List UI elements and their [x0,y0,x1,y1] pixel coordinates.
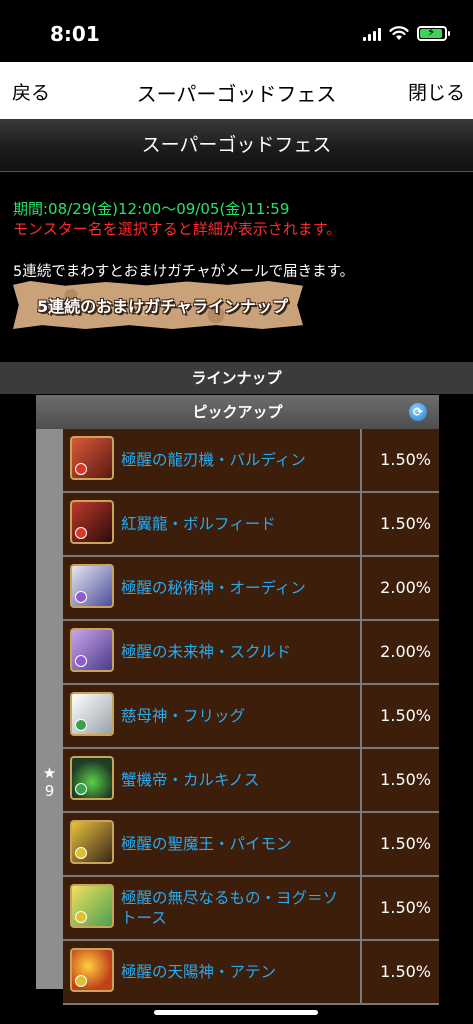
monster-rate: 2.00% [380,578,431,597]
rarity-value: 9 [44,782,55,800]
rarity-label: ★ 9 [36,764,63,800]
bonus-info: 5連続でまわすとおまけガチャがメールで届きます。 [13,264,355,280]
home-indicator[interactable] [154,1010,318,1015]
monster-row[interactable]: 蟹機帝・カルキノス 1.50% [63,749,439,813]
monster-list: 極醒の龍刃機・バルディン 1.50% 紅翼龍・ボルフィード 1.50% 極醒の秘… [63,429,439,1005]
monster-rate: 1.50% [380,770,431,789]
battery-charging-icon: ⚡ [417,25,450,41]
monster-rate: 2.00% [380,642,431,661]
monster-portrait-icon [70,436,114,480]
monster-rate: 1.50% [380,450,431,469]
monster-portrait-icon [70,500,114,544]
monster-rate: 1.50% [380,514,431,533]
star-icon: ★ [42,764,57,782]
close-button[interactable]: 閉じる [408,78,465,105]
nav-title: スーパーゴッドフェス [136,82,337,106]
navigation-bar: 戻る スーパーゴッドフェス 閉じる [0,62,473,119]
status-bar: 8:01 ⚡ [0,0,473,62]
monster-rate: 1.50% [380,962,431,981]
status-icons: ⚡ [363,25,450,41]
refresh-icon[interactable]: ⟳ [409,403,427,421]
monster-portrait-icon [70,948,114,992]
monster-portrait-icon [70,756,114,800]
monster-rate: 1.50% [380,898,431,917]
monster-name[interactable]: 慈母神・フリッグ [121,706,351,726]
monster-portrait-icon [70,628,114,672]
monster-portrait-icon [70,820,114,864]
pickup-header: ピックアップ ⟳ [36,395,439,429]
monster-name[interactable]: 極醒の秘術神・オーディン [121,578,351,598]
rarity-column: ★ 9 [36,429,63,989]
page-header: スーパーゴッドフェス [0,119,473,172]
monster-row[interactable]: 極醒の龍刃機・バルディン 1.50% [63,429,439,493]
monster-row[interactable]: 慈母神・フリッグ 1.50% [63,685,439,749]
event-period: 期間:08/29(金)12:00〜09/05(金)11:59 [13,200,290,218]
monster-name[interactable]: 極醒の無尽なるもの・ヨグ＝ソトース [121,888,351,928]
lineup-section-header: ラインナップ [0,362,473,394]
monster-rate: 1.50% [380,706,431,725]
selection-notice: モンスター名を選択すると詳細が表示されます。 [13,220,342,238]
monster-name[interactable]: 極醒の天陽神・アテン [121,962,351,982]
monster-portrait-icon [70,692,114,736]
monster-row[interactable]: 極醒の未来神・スクルド 2.00% [63,621,439,685]
monster-name[interactable]: 紅翼龍・ボルフィード [121,514,351,534]
bonus-lineup-banner[interactable]: 5連続のおまけガチャラインナップ [13,281,303,329]
bonus-lineup-banner-label: 5連続のおまけガチャラインナップ [37,297,288,316]
monster-portrait-icon [70,564,114,608]
monster-row[interactable]: 極醒の秘術神・オーディン 2.00% [63,557,439,621]
monster-name[interactable]: 極醒の未来神・スクルド [121,642,351,662]
cellular-signal-icon [363,27,381,41]
pickup-title: ピックアップ [192,403,283,421]
wifi-icon [389,26,409,40]
monster-row[interactable]: 極醒の無尽なるもの・ヨグ＝ソトース 1.50% [63,877,439,941]
monster-portrait-icon [70,884,114,928]
monster-name[interactable]: 蟹機帝・カルキノス [121,770,351,790]
monster-rate: 1.50% [380,834,431,853]
monster-name[interactable]: 極醒の聖魔王・パイモン [121,834,351,854]
monster-row[interactable]: 極醒の天陽神・アテン 1.50% [63,941,439,1005]
status-time: 8:01 [50,22,100,46]
monster-row[interactable]: 極醒の聖魔王・パイモン 1.50% [63,813,439,877]
monster-row[interactable]: 紅翼龍・ボルフィード 1.50% [63,493,439,557]
monster-name[interactable]: 極醒の龍刃機・バルディン [121,450,351,470]
